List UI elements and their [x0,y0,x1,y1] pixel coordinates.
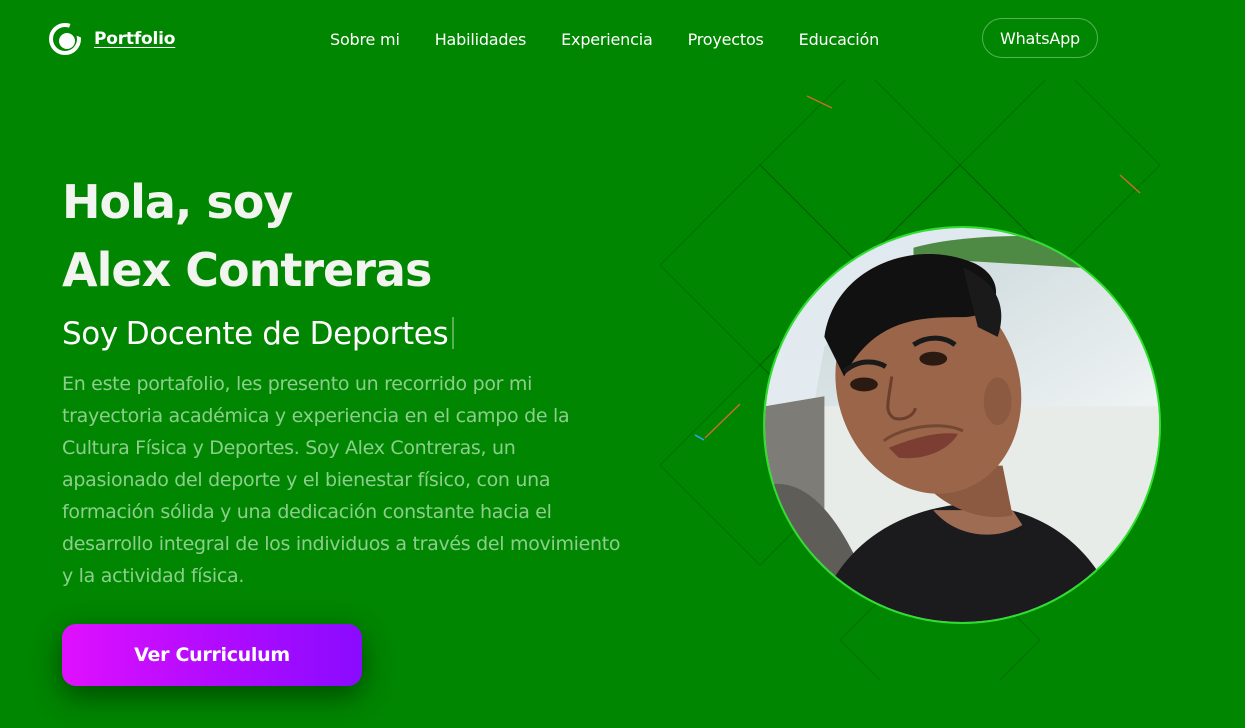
nav-item-experiencia[interactable]: Experiencia [561,30,653,49]
hero-title: Hola, soy Alex Contreras [62,168,432,304]
whatsapp-button[interactable]: WhatsApp [982,18,1098,58]
nav-item-proyectos[interactable]: Proyectos [688,30,764,49]
ring-logo-icon [49,23,82,55]
profile-illustration [765,228,1159,622]
hero-title-line1: Hola, soy [62,175,293,229]
nav-item-habilidades[interactable]: Habilidades [435,30,527,49]
hero-title-line2: Alex Contreras [62,243,432,297]
nav-item-educacion[interactable]: Educación [799,30,880,49]
hero-description: En este portafolio, les presento un reco… [62,373,621,587]
typed-role: Docente de Deportes [125,316,449,352]
hero-subtitle: Soy Docente de Deportes [62,312,455,356]
typing-cursor [452,317,455,349]
nav-item-sobre-mi[interactable]: Sobre mi [330,30,400,49]
view-cv-button[interactable]: Ver Curriculum [62,624,362,686]
profile-photo [763,226,1161,624]
main-nav: Sobre mi Habilidades Experiencia Proyect… [330,30,879,49]
logo[interactable]: Portfolio [48,22,175,56]
logo-text[interactable]: Portfolio [94,29,175,49]
subtitle-prefix: Soy [62,316,118,352]
